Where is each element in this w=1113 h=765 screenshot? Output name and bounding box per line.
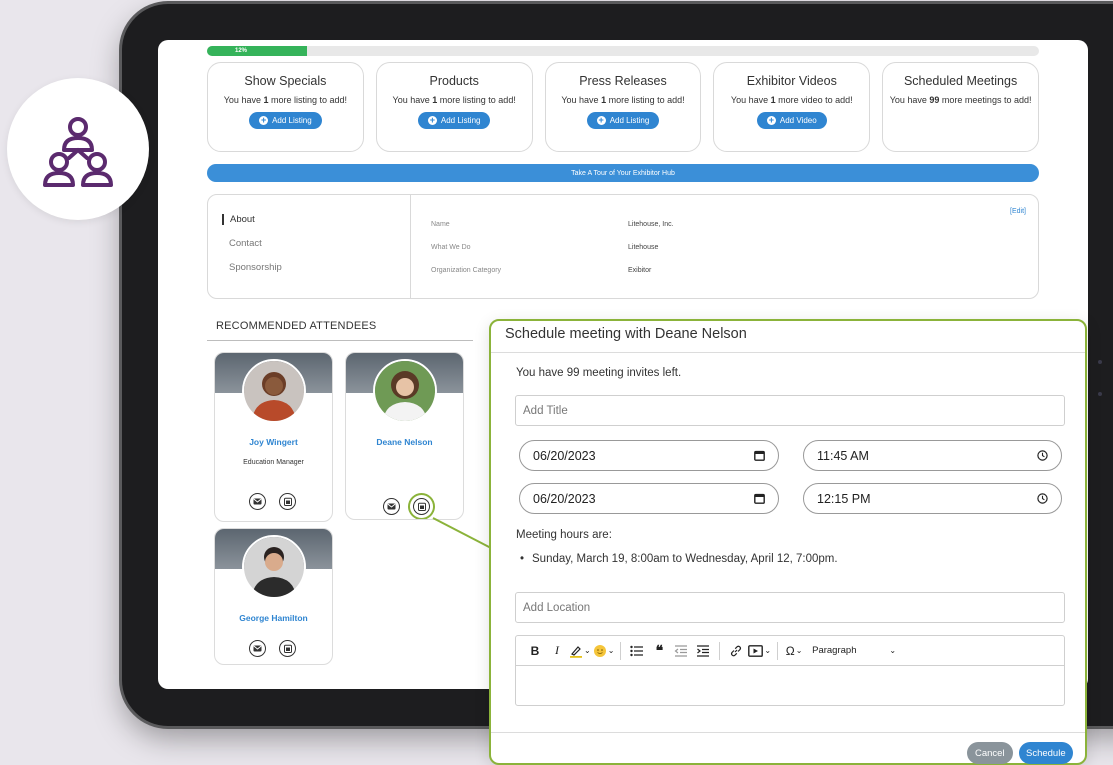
- schedule-meeting-button[interactable]: [279, 493, 296, 510]
- clock-icon: [1037, 493, 1048, 504]
- card-text: You have 99 more meetings to add!: [889, 95, 1032, 105]
- nav-contact[interactable]: Contact: [229, 238, 262, 249]
- card-title: Products: [429, 74, 479, 88]
- plus-icon: +: [766, 115, 776, 125]
- italic-icon[interactable]: I: [547, 640, 567, 662]
- attendee-card: Deane Nelson: [345, 352, 464, 520]
- end-date-field[interactable]: 06/20/2023: [519, 483, 779, 514]
- envelope-icon: [387, 503, 396, 510]
- card-title: Show Specials: [244, 74, 327, 88]
- special-character-icon[interactable]: Ω ⌄: [784, 640, 804, 662]
- modal-title: Schedule meeting with Deane Nelson: [505, 326, 747, 342]
- editor-toolbar: B I ⌄ ⌄ ❝ ⌄ Ω ⌄ Paragraph ⌄: [516, 636, 1064, 666]
- card-text: You have 1 more listing to add!: [561, 95, 685, 105]
- card-text: You have 1 more listing to add!: [392, 95, 516, 105]
- schedule-meeting-button[interactable]: [413, 498, 430, 515]
- add-listing-button[interactable]: + Add Listing: [249, 112, 322, 129]
- calendar-icon: [754, 493, 765, 504]
- indent-icon[interactable]: [693, 640, 713, 662]
- recommended-attendees-heading: RECOMMENDED ATTENDEES: [216, 320, 377, 332]
- edit-link[interactable]: [Edit]: [1010, 208, 1026, 215]
- profile-progress-bar: 12%: [207, 46, 1039, 56]
- card-title: Scheduled Meetings: [903, 74, 1018, 88]
- cancel-button[interactable]: Cancel: [967, 742, 1013, 764]
- invites-left-text: You have 99 meeting invites left.: [516, 367, 682, 379]
- avatar: [242, 535, 306, 599]
- blockquote-icon[interactable]: ❝: [649, 640, 669, 662]
- card-text: You have 1 more video to add!: [730, 95, 853, 105]
- toolbar-divider: [777, 641, 779, 660]
- end-time-field[interactable]: 12:15 PM: [803, 483, 1062, 514]
- about-panel: About Contact Sponsorship Name Litehouse…: [207, 194, 1039, 299]
- card-title: Press Releases: [579, 74, 667, 88]
- outdent-icon[interactable]: [671, 640, 691, 662]
- add-video-button[interactable]: + Add Video: [756, 112, 827, 129]
- people-network-icon: [43, 117, 113, 187]
- nav-about[interactable]: About: [222, 214, 255, 225]
- modal-divider: [491, 352, 1085, 353]
- attendee-name[interactable]: Joy Wingert: [215, 437, 332, 447]
- title-input[interactable]: [515, 395, 1065, 426]
- attendee-name[interactable]: George Hamilton: [215, 613, 332, 623]
- card-products: Products You have 1 more listing to add!…: [375, 62, 533, 152]
- description-editor: B I ⌄ ⌄ ❝ ⌄ Ω ⌄ Paragraph ⌄: [515, 635, 1065, 706]
- progress-fill: 12%: [207, 46, 307, 56]
- meeting-hours-item: Sunday, March 19, 8:00am to Wednesday, A…: [520, 553, 838, 565]
- calendar-icon: [417, 502, 426, 511]
- network-logo: [7, 78, 149, 220]
- start-date-field[interactable]: 06/20/2023: [519, 440, 779, 471]
- highlight-icon[interactable]: ⌄: [569, 640, 591, 662]
- clock-icon: [1037, 450, 1048, 461]
- message-button[interactable]: [249, 640, 266, 657]
- plus-icon: +: [596, 115, 606, 125]
- tablet-sensors: [1098, 360, 1104, 400]
- start-time-field[interactable]: 11:45 AM: [803, 440, 1062, 471]
- heading-divider: [207, 340, 473, 341]
- schedule-meeting-modal: Schedule meeting with Deane Nelson You h…: [489, 319, 1087, 765]
- card-text: You have 1 more listing to add!: [223, 95, 348, 105]
- bold-icon[interactable]: B: [525, 640, 545, 662]
- schedule-meeting-button[interactable]: [279, 640, 296, 657]
- avatar: [373, 359, 437, 423]
- add-listing-button[interactable]: + Add Listing: [586, 112, 660, 129]
- toolbar-divider: [620, 641, 622, 660]
- add-listing-button[interactable]: + Add Listing: [417, 112, 491, 129]
- toolbar-divider: [719, 641, 721, 660]
- media-icon[interactable]: ⌄: [748, 640, 771, 662]
- avatar: [242, 359, 306, 423]
- calendar-icon: [283, 644, 292, 653]
- card-title: Exhibitor Videos: [746, 74, 837, 88]
- calendar-icon: [754, 450, 765, 461]
- envelope-icon: [253, 645, 262, 652]
- about-nav: About Contact Sponsorship: [208, 195, 411, 298]
- paragraph-format-select[interactable]: Paragraph ⌄: [806, 640, 896, 662]
- card-show-specials: Show Specials You have 1 more listing to…: [207, 62, 364, 152]
- emoji-icon[interactable]: ⌄: [593, 640, 614, 662]
- tour-button[interactable]: Take A Tour of Your Exhibitor Hub: [207, 164, 1039, 182]
- progress-label: 12%: [235, 48, 248, 54]
- card-press-releases: Press Releases You have 1 more listing t…: [544, 62, 702, 152]
- modal-footer-divider: [491, 732, 1085, 733]
- plus-icon: +: [427, 115, 437, 125]
- location-input[interactable]: [515, 592, 1065, 623]
- bullet-list-icon[interactable]: [627, 640, 647, 662]
- meeting-hours-label: Meeting hours are:: [516, 529, 612, 541]
- attendee-card: Joy Wingert Education Manager: [214, 352, 333, 522]
- envelope-icon: [253, 498, 262, 505]
- link-icon[interactable]: [726, 640, 746, 662]
- card-exhibitor-videos: Exhibitor Videos You have 1 more video t…: [713, 62, 871, 152]
- attendee-card: George Hamilton: [214, 528, 333, 665]
- chevron-down-icon: ⌄: [889, 646, 897, 655]
- nav-sponsorship[interactable]: Sponsorship: [229, 262, 282, 273]
- message-button[interactable]: [383, 498, 400, 515]
- plus-icon: +: [259, 115, 269, 125]
- message-button[interactable]: [249, 493, 266, 510]
- listing-cards: Show Specials You have 1 more listing to…: [207, 62, 1039, 152]
- schedule-button[interactable]: Schedule: [1019, 742, 1073, 764]
- calendar-icon: [283, 497, 292, 506]
- attendee-name[interactable]: Deane Nelson: [346, 437, 463, 447]
- card-scheduled-meetings: Scheduled Meetings You have 99 more meet…: [882, 62, 1039, 152]
- attendee-role: Education Manager: [243, 459, 304, 466]
